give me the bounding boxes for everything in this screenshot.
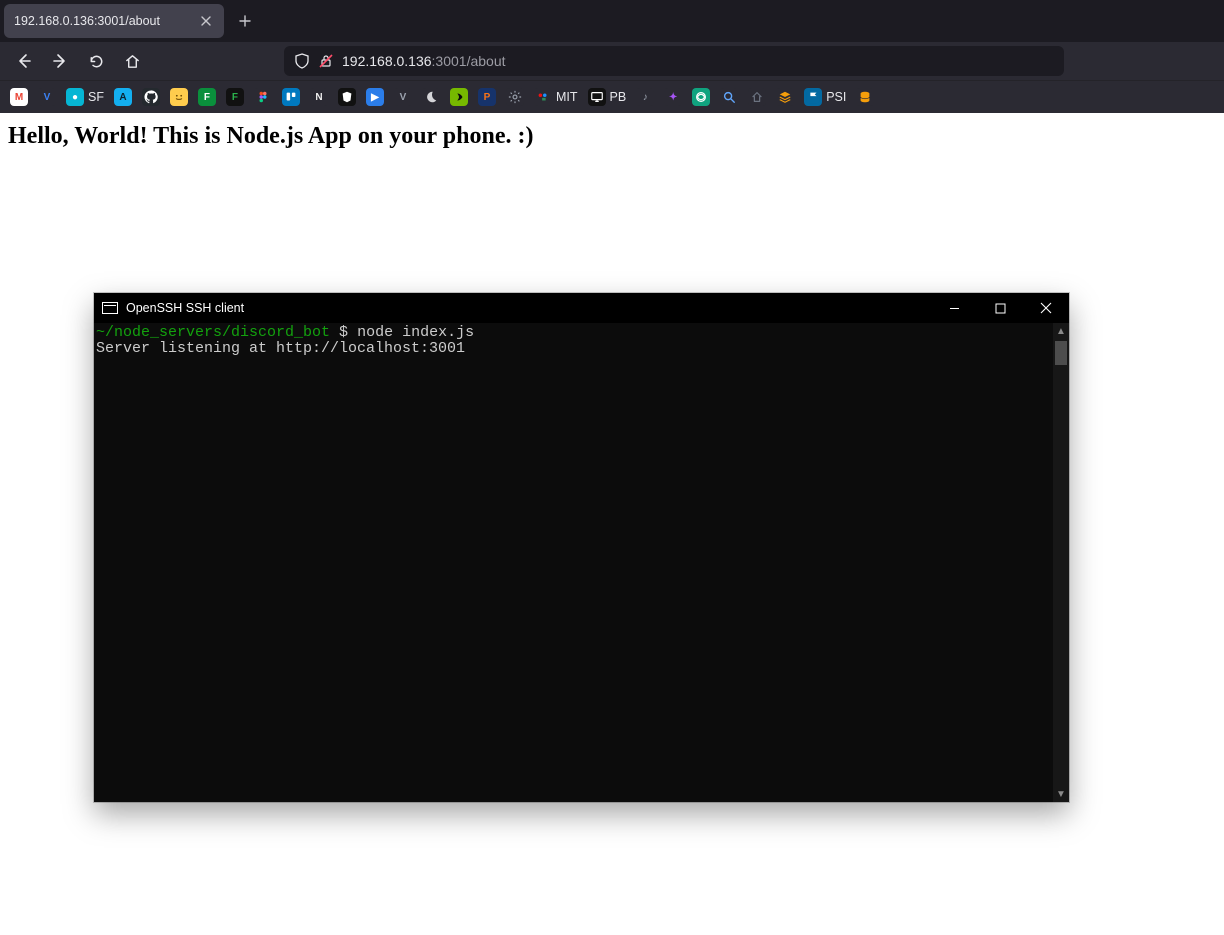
terminal-prompt-path: ~/node_servers/discord_bot [96,324,330,341]
bookmark-pb[interactable]: PB [588,88,627,106]
home-icon [124,53,141,70]
page-heading: Hello, World! This is Node.js App on you… [8,123,1216,150]
bookmark-emoji[interactable] [170,88,188,106]
tab-title: 192.168.0.136:3001/about [14,14,190,28]
sf-icon: ● [66,88,84,106]
scroll-up-button[interactable]: ▲ [1053,323,1069,339]
close-icon [1040,302,1052,314]
bookmark-brave[interactable] [338,88,356,106]
terminal-app-icon [102,302,118,314]
home-button[interactable] [118,47,146,75]
bookmark-feedly[interactable]: F [226,88,244,106]
bookmark-nvidia[interactable] [450,88,468,106]
close-icon [200,15,212,27]
arrow-right-icon [51,52,69,70]
psi-icon [804,88,822,106]
bookmark-spark[interactable]: ✦ [664,88,682,106]
pb-icon [588,88,606,106]
scroll-down-button[interactable]: ▼ [1053,786,1069,802]
url-host: 192.168.0.136 [342,53,432,69]
window-maximize-button[interactable] [977,293,1023,323]
bookmark-pnet[interactable]: P [478,88,496,106]
minimize-icon [949,303,960,314]
bookmark-search[interactable] [720,88,738,106]
terminal-titlebar[interactable]: OpenSSH SSH client [94,293,1069,323]
bookmark-notion[interactable]: N [310,88,328,106]
bookmark-db[interactable] [856,88,874,106]
bookmark-mit[interactable]: MIT [534,88,578,106]
bookmark-music[interactable]: ♪ [636,88,654,106]
bookmark-moon[interactable] [422,88,440,106]
terminal-output: Server listening at http://localhost:300… [96,340,465,357]
bookmark-trello[interactable] [282,88,300,106]
terminal-window[interactable]: OpenSSH SSH client ~/node_servers/discor… [94,293,1069,802]
reload-icon [88,53,105,70]
shield-icon [294,53,310,69]
bookmark-settings[interactable] [506,88,524,106]
insecure-lock-icon [318,53,334,69]
terminal-command: node index.js [357,324,474,341]
new-tab-button[interactable] [230,6,260,36]
bookmarks-bar: MV●SFAFFN▶VPMITPB♪✦PSI [0,80,1224,113]
page-viewport: Hello, World! This is Node.js App on you… [0,123,1224,935]
bookmark-github[interactable] [142,88,160,106]
terminal-title: OpenSSH SSH client [126,301,931,315]
arrow-left-icon [15,52,33,70]
scroll-thumb[interactable] [1055,341,1067,365]
bookmark-artstation[interactable]: A [114,88,132,106]
bookmark-label: MIT [556,90,578,104]
window-minimize-button[interactable] [931,293,977,323]
terminal-scrollbar[interactable]: ▲ ▼ [1053,323,1069,802]
bookmark-stack[interactable] [776,88,794,106]
url-path: :3001/about [432,53,506,69]
bookmark-home[interactable] [748,88,766,106]
terminal-body[interactable]: ~/node_servers/discord_bot $ node index.… [94,323,1053,802]
bookmark-vscode[interactable]: V [38,88,56,106]
forward-button[interactable] [46,47,74,75]
nav-toolbar: 192.168.0.136:3001/about [0,42,1224,80]
url-text: 192.168.0.136:3001/about [342,53,506,69]
bookmark-psi[interactable]: PSI [804,88,846,106]
bookmark-figma[interactable] [254,88,272,106]
address-bar[interactable]: 192.168.0.136:3001/about [284,46,1064,76]
tab-close-button[interactable] [198,13,214,29]
bookmark-gmail[interactable]: M [10,88,28,106]
bookmark-label: PB [610,90,627,104]
bookmark-openai[interactable] [692,88,710,106]
bookmark-vite[interactable]: V [394,88,412,106]
window-close-button[interactable] [1023,293,1069,323]
bookmark-forem[interactable]: F [198,88,216,106]
browser-chrome: 192.168.0.136:3001/about [0,0,1224,113]
terminal-prompt-symbol: $ [330,324,357,341]
bookmark-label: PSI [826,90,846,104]
bookmark-send[interactable]: ▶ [366,88,384,106]
browser-tab[interactable]: 192.168.0.136:3001/about [4,4,224,38]
back-button[interactable] [10,47,38,75]
mit-icon [534,88,552,106]
bookmark-label: SF [88,90,104,104]
maximize-icon [995,303,1006,314]
plus-icon [238,14,252,28]
reload-button[interactable] [82,47,110,75]
bookmark-sf[interactable]: ● SF [66,88,104,106]
tab-strip: 192.168.0.136:3001/about [0,0,1224,42]
